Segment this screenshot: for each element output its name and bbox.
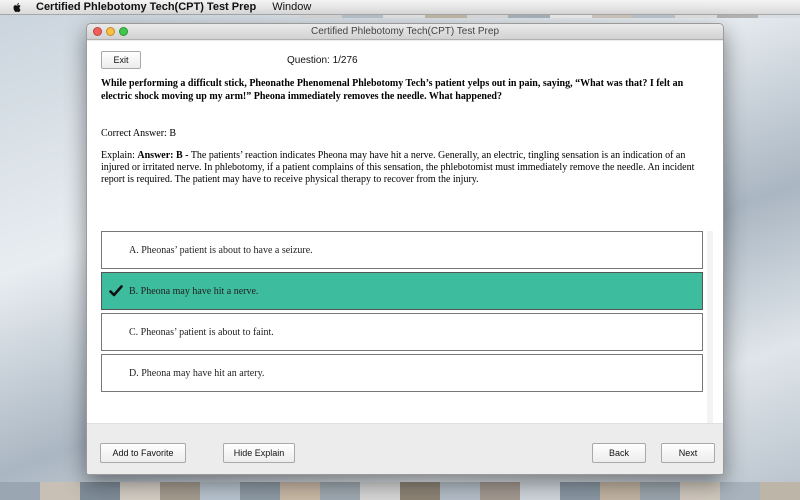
window-title: Certified Phlebotomy Tech(CPT) Test Prep: [310, 26, 500, 37]
question-panel: Exit Question: 1/276 While performing a …: [87, 41, 723, 441]
option-label: B. Pheona may have hit a nerve.: [129, 285, 259, 297]
menu-window[interactable]: Window: [272, 1, 311, 13]
exit-button[interactable]: Exit: [101, 51, 141, 69]
apple-icon[interactable]: [12, 2, 22, 13]
zoom-window-button[interactable]: [119, 27, 128, 36]
explain-body: The patients’ reaction indicates Pheona …: [101, 150, 695, 185]
title-bar: Certified Phlebotomy Tech(CPT) Test Prep: [87, 24, 723, 40]
explanation: Explain: Answer: B - The patients’ react…: [101, 150, 711, 186]
add-to-favorite-button[interactable]: Add to Favorite: [100, 443, 186, 463]
explain-prefix: Explain:: [101, 150, 138, 161]
check-icon: [109, 285, 123, 297]
minimize-window-button[interactable]: [106, 27, 115, 36]
correct-answer: Correct Answer: B: [101, 128, 176, 139]
desktop-mosaic-bottom: [0, 482, 800, 500]
option-a[interactable]: A. Pheonas’ patient is about to have a s…: [101, 231, 703, 269]
option-b[interactable]: B. Pheona may have hit a nerve.: [101, 272, 703, 310]
menu-bar: Certified Phlebotomy Tech(CPT) Test Prep…: [0, 0, 800, 15]
question-text: While performing a difficult stick, Pheo…: [101, 78, 684, 102]
hide-explain-button[interactable]: Hide Explain: [223, 443, 295, 463]
option-label: A. Pheonas’ patient is about to have a s…: [129, 244, 313, 256]
option-label: D. Pheona may have hit an artery.: [129, 367, 265, 379]
close-window-button[interactable]: [93, 27, 102, 36]
content-area: Exit Question: 1/276 While performing a …: [87, 41, 723, 474]
window-controls: [93, 27, 128, 36]
explain-answer: Answer: B -: [137, 150, 189, 161]
options-scrollbar[interactable]: [707, 231, 713, 441]
next-button[interactable]: Next: [661, 443, 715, 463]
menu-app-name[interactable]: Certified Phlebotomy Tech(CPT) Test Prep: [36, 1, 256, 13]
footer-bar: Add to Favorite Hide Explain Back Next: [87, 423, 723, 474]
question-counter: Question: 1/276: [287, 55, 358, 66]
back-button[interactable]: Back: [592, 443, 646, 463]
option-c[interactable]: C. Pheonas’ patient is about to faint.: [101, 313, 703, 351]
options-list: A. Pheonas’ patient is about to have a s…: [101, 231, 703, 395]
option-d[interactable]: D. Pheona may have hit an artery.: [101, 354, 703, 392]
app-window: Certified Phlebotomy Tech(CPT) Test Prep…: [86, 23, 724, 475]
option-label: C. Pheonas’ patient is about to faint.: [129, 326, 274, 338]
